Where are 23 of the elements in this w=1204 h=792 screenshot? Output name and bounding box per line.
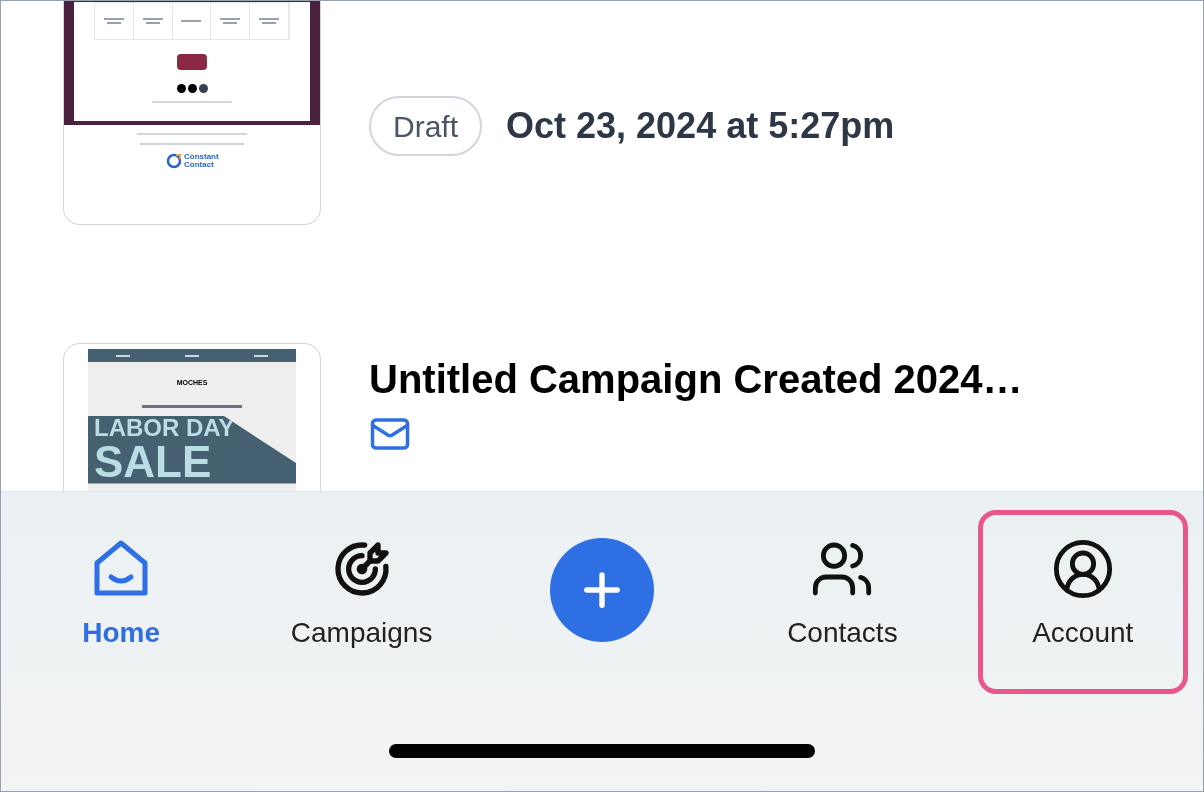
slot-text-line: [223, 22, 238, 24]
nav-link-line: [254, 354, 269, 357]
tab-item[interactable]: Home: [16, 510, 227, 694]
campaign-title: Untitled Campaign Created 2024…: [369, 356, 1023, 403]
headline-text: LABOR DAY: [94, 415, 236, 440]
slot-text-line: [145, 22, 160, 24]
slot-text-line: [142, 18, 163, 20]
slot-text-line: [103, 18, 124, 20]
logo-icon: [166, 153, 182, 169]
slot-text-line: [262, 22, 277, 24]
campaign-date: Oct 23, 2024 at 5:27pm: [506, 104, 895, 148]
tab-item[interactable]: Campaigns: [256, 510, 467, 694]
slot-text-line: [106, 22, 121, 24]
nav-link-line: [185, 354, 199, 357]
tab-item[interactable]: Contacts: [737, 510, 948, 694]
slot-text-line: [259, 18, 280, 20]
tab-item[interactable]: Account: [977, 510, 1188, 694]
headline-text: SALE: [94, 439, 213, 484]
nav-link-line: [115, 354, 130, 357]
logo-text: Constant Contact: [184, 153, 218, 169]
status-badge: Draft: [369, 96, 482, 156]
slot-text-line: [220, 18, 241, 20]
slot-text-line: [181, 20, 202, 22]
